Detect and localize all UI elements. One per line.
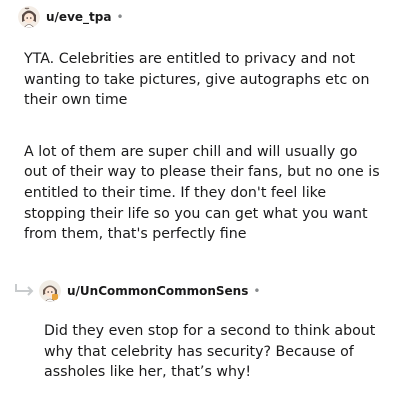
comment-header: u/eve_tpa • bbox=[18, 5, 378, 29]
separator-dot: • bbox=[116, 10, 124, 24]
avatar[interactable] bbox=[18, 6, 40, 28]
username[interactable]: u/eve_tpa bbox=[46, 10, 111, 24]
separator-dot: • bbox=[253, 284, 261, 298]
comment-eve-tpa: u/eve_tpa • YTA. Celebrities are entitle… bbox=[18, 5, 380, 245]
comment-uncommoncommonsens: u/UnCommonCommonSens • Did they even sto… bbox=[39, 279, 384, 383]
comment-body: YTA. Celebrities are entitled to privacy… bbox=[24, 49, 380, 245]
comment-paragraph: Did they even stop for a second to think… bbox=[44, 323, 376, 381]
comment-paragraph: YTA. Celebrities are entitled to privacy… bbox=[24, 51, 370, 109]
avatar[interactable] bbox=[39, 280, 61, 302]
username[interactable]: u/UnCommonCommonSens bbox=[67, 284, 248, 298]
comment-header: u/UnCommonCommonSens • bbox=[39, 279, 384, 303]
reply-arrow-icon bbox=[15, 284, 34, 296]
comment-paragraph: A lot of them are super chill and will u… bbox=[24, 143, 380, 243]
comment-body: Did they even stop for a second to think… bbox=[44, 321, 384, 383]
